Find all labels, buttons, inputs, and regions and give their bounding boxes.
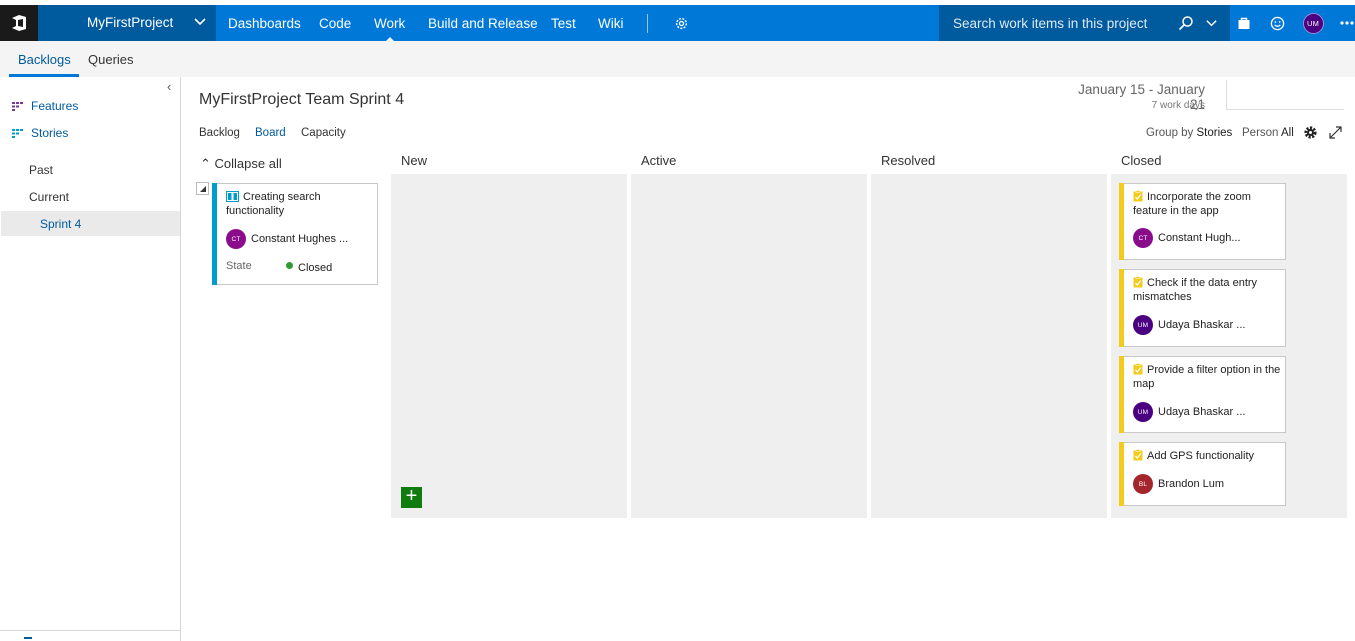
project-selector[interactable]: MyFirstProject xyxy=(38,5,216,41)
person-filter[interactable]: Person All xyxy=(1242,127,1294,139)
search-icon[interactable] xyxy=(1178,15,1194,31)
card-assignee[interactable]: UM Udaya Bhaskar ... xyxy=(1133,402,1245,422)
card-title[interactable]: Check if the data entry mismatches xyxy=(1133,276,1281,304)
sidebar-item-sprint-4[interactable]: Sprint 4 xyxy=(40,217,81,231)
pane-scroll-indicator xyxy=(24,637,32,641)
user-avatar[interactable]: UM xyxy=(1302,5,1324,41)
story-card[interactable]: Creating search functionality CT Constan… xyxy=(212,183,378,285)
card-color-bar xyxy=(1119,442,1124,506)
search-input[interactable]: Search work items in this project xyxy=(953,16,1147,31)
nav-divider xyxy=(647,14,648,33)
task-clipboard-icon xyxy=(1133,276,1143,288)
sprint-burndown-chart[interactable] xyxy=(1226,80,1344,110)
state-closed-dot-icon xyxy=(286,262,293,269)
column-header-resolved: Resolved xyxy=(881,153,936,168)
secondary-navigation: Backlogs Queries xyxy=(0,41,1355,77)
column-new[interactable] xyxy=(391,174,627,518)
sprint-work-days: 7 work days xyxy=(1151,100,1205,111)
pane-divider xyxy=(0,630,180,631)
card-title[interactable]: Creating search functionality xyxy=(226,190,371,218)
selected-iteration-highlight xyxy=(1,211,180,236)
avatar: CT xyxy=(1133,228,1153,248)
card-state-label: State xyxy=(226,260,252,272)
board-settings-gear-icon[interactable] xyxy=(1303,125,1318,140)
sidebar-item-current[interactable]: Current xyxy=(29,190,69,204)
nav-work[interactable]: Work xyxy=(374,16,405,43)
card-state-value[interactable]: Closed xyxy=(298,262,332,274)
pivot-board[interactable]: Board xyxy=(255,127,286,139)
column-resolved[interactable] xyxy=(871,174,1107,518)
expand-collapse-toggle[interactable] xyxy=(196,182,209,195)
page-title: MyFirstProject Team Sprint 4 xyxy=(199,91,405,108)
task-clipboard-icon xyxy=(1133,363,1143,375)
avatar: CT xyxy=(226,229,246,249)
column-header-new: New xyxy=(401,153,428,168)
search-box[interactable]: Search work items in this project xyxy=(939,5,1230,41)
tab-backlogs[interactable]: Backlogs xyxy=(18,52,71,67)
tab-queries[interactable]: Queries xyxy=(88,52,134,67)
pivot-capacity[interactable]: Capacity xyxy=(301,127,346,139)
pivot-backlog[interactable]: Backlog xyxy=(199,127,240,139)
settings-gear-icon[interactable] xyxy=(670,5,692,41)
more-options-icon[interactable] xyxy=(1338,5,1355,41)
fullscreen-expand-icon[interactable] xyxy=(1329,126,1342,139)
feedback-smiley-icon[interactable] xyxy=(1268,5,1286,41)
nav-wiki[interactable]: Wiki xyxy=(598,16,624,31)
card-color-bar xyxy=(1119,269,1124,347)
sidebar-item-past[interactable]: Past xyxy=(29,163,53,177)
column-active[interactable] xyxy=(631,174,867,518)
sidebar-item-features[interactable]: Features xyxy=(12,99,78,113)
stories-backlog-icon xyxy=(12,128,23,138)
card-title[interactable]: Incorporate the zoom feature in the app xyxy=(1133,190,1281,218)
card-assignee[interactable]: CT Constant Hughes ... xyxy=(226,229,348,249)
task-clipboard-icon xyxy=(1133,449,1143,461)
add-task-button[interactable]: + xyxy=(401,486,422,508)
avatar: UM xyxy=(1133,402,1153,422)
group-by-selector[interactable]: Group by Stories xyxy=(1146,127,1232,139)
nav-build-and-release[interactable]: Build and Release xyxy=(428,16,538,31)
avatar: UM xyxy=(1133,315,1153,335)
task-clipboard-icon xyxy=(1133,190,1143,202)
project-name: MyFirstProject xyxy=(87,15,174,30)
nav-dashboards[interactable]: Dashboards xyxy=(228,16,301,31)
card-title[interactable]: Add GPS functionality xyxy=(1133,449,1281,463)
sidebar-item-stories[interactable]: Stories xyxy=(12,126,68,140)
features-backlog-icon xyxy=(12,101,23,111)
card-color-bar xyxy=(212,183,217,285)
nav-code[interactable]: Code xyxy=(319,16,351,31)
card-assignee[interactable]: CT Constant Hugh... xyxy=(1133,228,1241,248)
column-header-closed: Closed xyxy=(1121,153,1162,168)
backlog-left-pane: ‹ Features Stories Past Current Sprint 4 xyxy=(0,77,181,641)
collapse-pane-chevron-left-icon[interactable]: ‹ xyxy=(167,79,171,94)
vsts-logo-icon[interactable] xyxy=(0,5,38,41)
avatar: BL xyxy=(1133,474,1153,494)
card-color-bar xyxy=(1119,183,1124,260)
task-card[interactable]: Provide a filter option in the map UM Ud… xyxy=(1119,356,1286,433)
user-story-book-icon xyxy=(226,191,239,202)
chevron-down-icon xyxy=(194,18,206,26)
card-color-bar xyxy=(1119,356,1124,433)
task-card[interactable]: Incorporate the zoom feature in the app … xyxy=(1119,183,1286,260)
column-header-active: Active xyxy=(641,153,677,168)
chevron-down-icon[interactable] xyxy=(1205,17,1218,30)
task-card[interactable]: Check if the data entry mismatches UM Ud… xyxy=(1119,269,1286,347)
card-title[interactable]: Provide a filter option in the map xyxy=(1133,363,1281,391)
nav-test[interactable]: Test xyxy=(551,16,576,31)
card-assignee[interactable]: BL Brandon Lum xyxy=(1133,474,1224,494)
card-assignee[interactable]: UM Udaya Bhaskar ... xyxy=(1133,315,1245,335)
task-card[interactable]: Add GPS functionality BL Brandon Lum xyxy=(1119,442,1286,506)
collapse-all-button[interactable]: ⌃ Collapse all xyxy=(200,156,282,172)
top-navigation-bar: MyFirstProject Dashboards Code Work Buil… xyxy=(0,5,1355,43)
marketplace-bag-icon[interactable] xyxy=(1235,5,1253,41)
